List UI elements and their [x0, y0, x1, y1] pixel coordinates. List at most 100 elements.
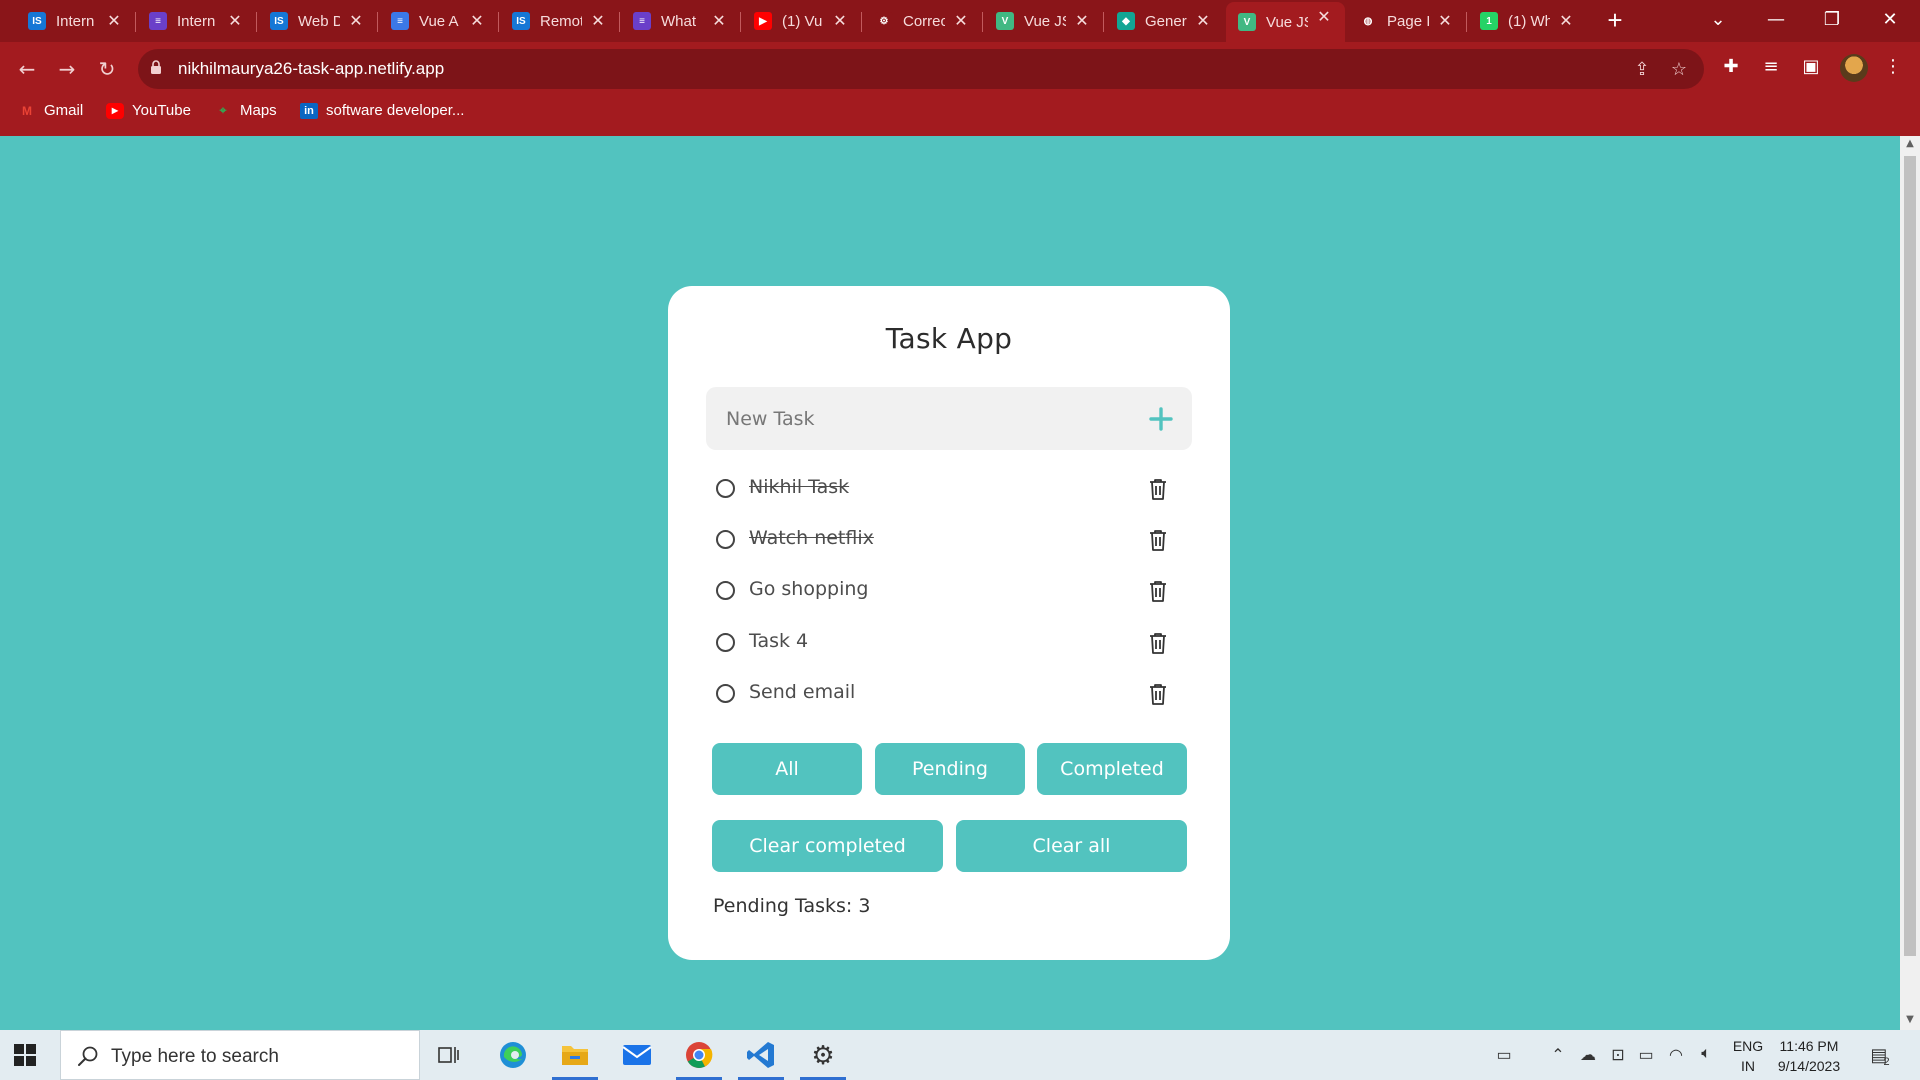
close-tab-icon[interactable]: ✕ [589, 11, 607, 31]
trash-icon[interactable] [1147, 579, 1169, 603]
close-tab-icon[interactable]: ✕ [347, 11, 365, 31]
internshala-icon: IS [28, 12, 46, 30]
tab-separator [1103, 12, 1104, 32]
close-tab-icon[interactable]: ✕ [710, 11, 728, 31]
new-task-input[interactable] [706, 387, 1126, 450]
share-icon[interactable]: ⇪ [1631, 59, 1653, 81]
close-tab-icon[interactable]: ✕ [952, 11, 970, 31]
mail-icon[interactable] [610, 1030, 664, 1080]
browser-tab[interactable]: ⚙ Correc ✕ [863, 6, 982, 36]
bookmark-linkedin[interactable]: in software developer... [300, 102, 464, 119]
close-tab-icon[interactable]: ✕ [1315, 7, 1333, 27]
clear-all-button[interactable]: Clear all [956, 820, 1187, 872]
media-queue-icon[interactable]: ≡ [1758, 54, 1784, 80]
reload-icon[interactable]: ↻ [92, 54, 122, 84]
bookmark-gmail[interactable]: M Gmail [18, 102, 83, 119]
notification-center-icon[interactable]: ▤2 [1866, 1045, 1898, 1068]
close-tab-icon[interactable]: ✕ [226, 11, 244, 31]
browser-tab[interactable]: 1 (1) Wh ✕ [1468, 6, 1587, 36]
notification-count: 2 [1883, 1056, 1890, 1068]
scrollbar-thumb[interactable] [1904, 156, 1916, 956]
task-complete-radio[interactable] [716, 581, 735, 600]
filter-all-button[interactable]: All [712, 743, 862, 795]
add-task-plus-icon[interactable] [1144, 402, 1178, 436]
wifi-icon[interactable]: ◠ [1664, 1045, 1688, 1065]
trash-icon[interactable] [1147, 682, 1169, 706]
back-arrow-icon[interactable]: ← [12, 54, 42, 84]
profile-avatar[interactable] [1840, 54, 1868, 82]
input-language-indicator[interactable]: ENG IN [1730, 1036, 1766, 1076]
address-bar[interactable]: nikhilmaurya26-task-app.netlify.app ⇪ ☆ [138, 49, 1704, 89]
edge-browser-icon[interactable] [486, 1030, 540, 1080]
minimize-button[interactable]: — [1748, 4, 1804, 36]
browser-tab[interactable]: ▶ (1) Vu ✕ [742, 6, 861, 36]
page-scrollbar[interactable]: ▲ ▼ [1900, 136, 1920, 1030]
volume-icon[interactable]: 🔈︎ [1694, 1045, 1718, 1063]
tab-separator [256, 12, 257, 32]
close-tab-icon[interactable]: ✕ [831, 11, 849, 31]
scroll-up-icon[interactable]: ▲ [1900, 138, 1920, 149]
trash-icon[interactable] [1147, 528, 1169, 552]
task-complete-radio[interactable] [716, 684, 735, 703]
lock-icon [151, 60, 161, 74]
settings-gear-icon[interactable]: ⚙ [796, 1030, 850, 1080]
chrome-icon[interactable] [672, 1030, 726, 1080]
filter-completed-button[interactable]: Completed [1037, 743, 1187, 795]
internshala-icon: IS [270, 12, 288, 30]
browser-tab[interactable]: V Vue JS ✕ [984, 6, 1103, 36]
browser-tab[interactable]: IS Web D ✕ [258, 6, 377, 36]
browser-chrome: IS Intern ✕ ≡ Intern ✕ IS Web D ✕ ≡ Vue A ✕ IS Remot ✕… [0, 0, 1920, 136]
bookmark-maps[interactable]: ⌖ Maps [214, 102, 277, 119]
vscode-icon[interactable] [734, 1030, 788, 1080]
close-tab-icon[interactable]: ✕ [1194, 11, 1212, 31]
trash-icon[interactable] [1147, 631, 1169, 655]
forward-arrow-icon[interactable]: → [52, 54, 82, 84]
meet-now-icon[interactable]: ⊡ [1606, 1045, 1630, 1065]
globe-icon: ◍ [1359, 12, 1377, 30]
task-complete-radio[interactable] [716, 479, 735, 498]
internshala-icon: IS [512, 12, 530, 30]
taskbar-search-box[interactable]: Type here to search [60, 1030, 420, 1080]
tab-title: Vue JS [1266, 13, 1308, 31]
close-tab-icon[interactable]: ✕ [1557, 11, 1575, 31]
task-complete-radio[interactable] [716, 530, 735, 549]
windows-start-icon[interactable] [14, 1044, 36, 1066]
new-tab-button[interactable]: + [1600, 6, 1630, 36]
close-tab-icon[interactable]: ✕ [1073, 11, 1091, 31]
browser-tab[interactable]: V Vue JS ✕ [1226, 2, 1345, 42]
close-tab-icon[interactable]: ✕ [468, 11, 486, 31]
task-label: Nikhil Task [749, 476, 850, 498]
browser-tab[interactable]: ≡ What ✕ [621, 6, 740, 36]
trash-icon[interactable] [1147, 477, 1169, 501]
filter-pending-button[interactable]: Pending [875, 743, 1025, 795]
browser-tab[interactable]: ◆ Gener ✕ [1105, 6, 1224, 36]
browser-tab[interactable]: ≡ Vue A ✕ [379, 6, 498, 36]
tab-search-chevron-icon[interactable]: ⌄ [1690, 4, 1746, 36]
restore-button[interactable]: ❐ [1804, 4, 1860, 36]
onedrive-cloud-icon[interactable]: ☁ [1576, 1045, 1600, 1065]
battery-icon[interactable]: ▭ [1634, 1045, 1658, 1065]
scroll-down-icon[interactable]: ▼ [1900, 1014, 1920, 1025]
tab-separator [1466, 12, 1467, 32]
tab-title: Correc [903, 12, 945, 30]
task-view-icon[interactable] [422, 1030, 476, 1080]
task-complete-radio[interactable] [716, 633, 735, 652]
browser-tab[interactable]: IS Intern ✕ [16, 6, 135, 36]
show-hidden-icons-chevron-icon[interactable]: ⌃ [1546, 1045, 1570, 1065]
extensions-puzzle-icon[interactable]: ✚ [1718, 54, 1744, 80]
close-tab-icon[interactable]: ✕ [1436, 11, 1454, 31]
browser-tab[interactable]: ◍ Page I ✕ [1347, 6, 1466, 36]
browser-tab[interactable]: IS Remot ✕ [500, 6, 619, 36]
news-widget-icon[interactable]: ▭ [1488, 1045, 1520, 1065]
side-panel-icon[interactable]: ▣ [1798, 54, 1824, 80]
system-clock[interactable]: 11:46 PM 9/14/2023 [1772, 1036, 1846, 1076]
close-tab-icon[interactable]: ✕ [105, 11, 123, 31]
bookmark-star-icon[interactable]: ☆ [1668, 59, 1690, 81]
clear-completed-button[interactable]: Clear completed [712, 820, 943, 872]
file-explorer-icon[interactable] [548, 1030, 602, 1080]
browser-tab[interactable]: ≡ Intern ✕ [137, 6, 256, 36]
close-window-button[interactable]: ✕ [1862, 4, 1918, 36]
tab-separator [740, 12, 741, 32]
bookmark-youtube[interactable]: ▶ YouTube [106, 102, 191, 119]
kebab-menu-icon[interactable]: ⋮ [1880, 54, 1906, 80]
